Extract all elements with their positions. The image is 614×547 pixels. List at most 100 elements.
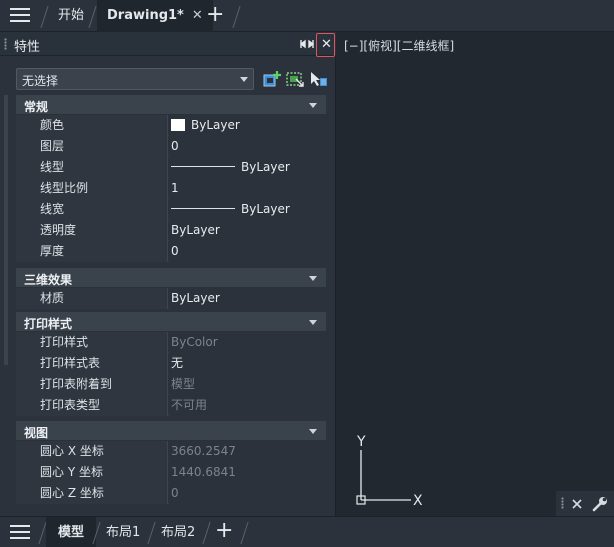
property-row-linetype-scale[interactable]: 线型比例 1 [16, 178, 326, 199]
property-row-plot-style-table[interactable]: 打印样式表 无 [16, 353, 326, 374]
property-row-center-y[interactable]: 圆心 Y 坐标 1440.6841 [16, 462, 326, 483]
property-value[interactable]: 0 [169, 241, 326, 262]
property-value[interactable]: ByLayer [169, 199, 326, 220]
property-row-plot-table-type[interactable]: 打印表类型 不可用 [16, 395, 326, 416]
layout-tab-bar: 模型 布局1 布局2 + [0, 516, 614, 547]
property-row-thickness[interactable]: 厚度 0 [16, 241, 326, 262]
collapse-arrow-icon[interactable] [309, 103, 317, 108]
collapse-arrow-icon[interactable] [309, 276, 317, 281]
property-row-center-x[interactable]: 圆心 X 坐标 3660.2547 [16, 441, 326, 462]
property-value-text: ByLayer [241, 202, 290, 216]
drag-grip-icon[interactable] [561, 497, 564, 509]
property-value[interactable]: ByLayer [169, 157, 326, 178]
property-value: 不可用 [169, 395, 326, 416]
menu-icon[interactable] [10, 525, 30, 541]
close-icon: ✕ [321, 37, 332, 52]
ucs-x-label: X [413, 493, 423, 509]
property-key: 圆心 X 坐标 [16, 441, 168, 462]
property-value-text: ByLayer [191, 118, 240, 132]
property-row-plot-table-attached[interactable]: 打印表附着到 模型 [16, 374, 326, 395]
property-row-color[interactable]: 颜色 ByLayer [16, 115, 326, 136]
category-plot-style[interactable]: 打印样式 [16, 312, 326, 332]
property-key: 厚度 [16, 241, 168, 262]
property-key: 材质 [16, 288, 168, 309]
property-value[interactable]: 无 [169, 353, 326, 374]
property-grid: 常规 颜色 ByLayer 图层 0 线型 ByLayer 线型比例 1 线宽 … [16, 95, 326, 504]
close-icon[interactable] [571, 498, 583, 510]
tab-separator [202, 522, 211, 544]
category-view[interactable]: 视图 [16, 421, 326, 441]
property-key: 线型比例 [16, 178, 168, 199]
property-value: ByColor [169, 332, 326, 353]
quick-select-icon[interactable] [308, 70, 328, 88]
line-sample-icon [171, 208, 235, 209]
property-value[interactable]: ByLayer [169, 115, 326, 136]
property-key: 圆心 Z 坐标 [16, 483, 168, 504]
property-value: 0 [169, 483, 326, 504]
collapse-arrow-icon[interactable] [309, 429, 317, 434]
tab-separator [88, 6, 97, 28]
palette-side-bar [4, 95, 8, 365]
property-value[interactable]: ByLayer [169, 220, 326, 241]
property-row-linetype[interactable]: 线型 ByLayer [16, 157, 326, 178]
chevron-down-icon [240, 77, 248, 82]
property-key: 圆心 Y 坐标 [16, 462, 168, 483]
viewport-toolbar [556, 491, 614, 516]
document-tab-bar: 开始 Drawing1* ✕ + [0, 0, 614, 32]
property-key: 打印样式 [16, 332, 168, 353]
property-key: 线型 [16, 157, 168, 178]
tab-layout2[interactable]: 布局2 [161, 517, 195, 547]
white-color-swatch-icon [171, 119, 185, 131]
drag-grip-icon[interactable] [4, 38, 7, 50]
property-key: 打印样式表 [16, 353, 168, 374]
property-row-material[interactable]: 材质 ByLayer [16, 288, 326, 309]
ucs-axis-icon: Y X [356, 434, 423, 509]
property-value: 模型 [169, 374, 326, 395]
tab-drawing1[interactable]: Drawing1* ✕ [97, 0, 213, 32]
tab-separator [240, 522, 249, 544]
properties-title-bar[interactable]: 特性 ✕ [0, 32, 336, 57]
toggle-pickadd-icon[interactable] [262, 70, 282, 88]
properties-palette: 特性 ✕ 无选择 常规 颜色 ByLayer 图层 0 线型 ByLayer 线… [0, 32, 336, 516]
property-row-plot-style[interactable]: 打印样式 ByColor [16, 332, 326, 353]
tab-drawing1-label: Drawing1* [107, 8, 184, 23]
tab-model[interactable]: 模型 [46, 517, 97, 547]
collapse-arrow-icon[interactable] [309, 320, 317, 325]
property-value[interactable]: 1 [169, 178, 326, 199]
select-objects-icon[interactable] [285, 70, 305, 88]
property-row-layer[interactable]: 图层 0 [16, 136, 326, 157]
property-value: 3660.2547 [169, 441, 326, 462]
property-value[interactable]: 0 [169, 136, 326, 157]
new-tab-plus-icon[interactable]: + [206, 4, 224, 26]
drawing-viewport[interactable]: [−][俯视][二维线框] Y X [341, 32, 614, 516]
property-row-center-z[interactable]: 圆心 Z 坐标 0 [16, 483, 326, 504]
auto-hide-icon[interactable] [300, 38, 314, 50]
property-key: 颜色 [16, 115, 168, 136]
property-value[interactable]: ByLayer [169, 288, 326, 309]
close-tab-icon[interactable]: ✕ [192, 8, 203, 23]
category-3d-effects[interactable]: 三维效果 [16, 268, 326, 288]
property-row-transparency[interactable]: 透明度 ByLayer [16, 220, 326, 241]
wrench-icon[interactable] [591, 495, 609, 513]
ucs-y-label: Y [356, 434, 366, 450]
menu-icon[interactable] [10, 8, 30, 24]
property-key: 打印表类型 [16, 395, 168, 416]
new-layout-plus-icon[interactable]: + [215, 520, 233, 542]
tab-start[interactable]: 开始 [58, 0, 84, 32]
tab-start-label: 开始 [58, 8, 85, 23]
property-key: 图层 [16, 136, 168, 157]
object-type-value: 无选择 [22, 74, 59, 88]
tab-separator [232, 6, 241, 28]
property-row-lineweight[interactable]: 线宽 ByLayer [16, 199, 326, 220]
tab-layout1[interactable]: 布局1 [106, 517, 140, 547]
close-palette-button[interactable]: ✕ [316, 33, 335, 57]
object-type-dropdown[interactable]: 无选择 [16, 68, 254, 90]
property-key: 透明度 [16, 220, 168, 241]
properties-title: 特性 [14, 40, 41, 55]
viewport-controls-label[interactable]: [−][俯视][二维线框] [344, 37, 454, 54]
tab-separator [147, 522, 156, 544]
category-general[interactable]: 常规 [16, 95, 326, 115]
property-key: 打印表附着到 [16, 374, 168, 395]
category-label: 打印样式 [24, 317, 73, 331]
category-label: 常规 [24, 100, 49, 114]
